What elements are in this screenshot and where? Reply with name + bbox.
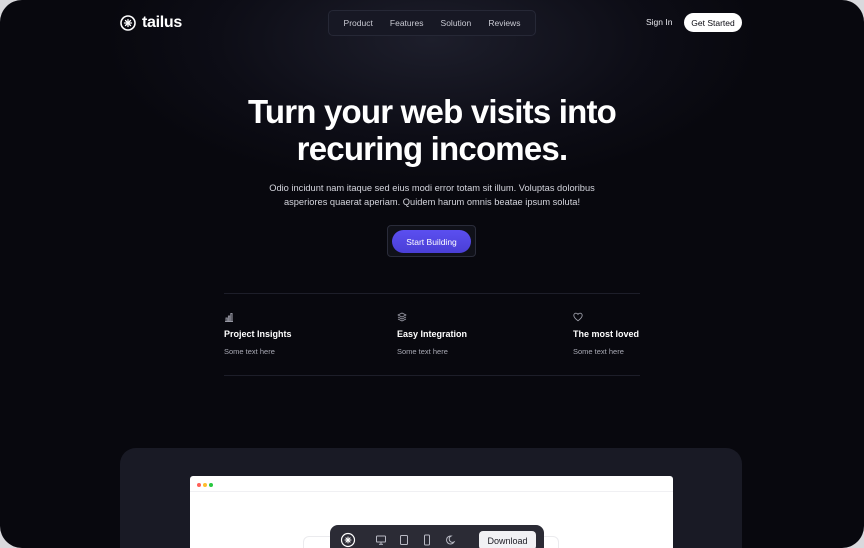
sign-in-link[interactable]: Sign In [646, 17, 672, 27]
hero-description-line: Odio incidunt nam itaque sed eius modi e… [269, 183, 595, 193]
hero-description: Odio incidunt nam itaque sed eius modi e… [0, 181, 864, 209]
window-minimize-dot [203, 483, 207, 487]
logo-icon [120, 15, 136, 31]
brand-name: tailus [142, 14, 182, 31]
get-started-button[interactable]: Get Started [684, 13, 742, 32]
tablet-icon[interactable] [398, 534, 410, 546]
nav-item-reviews[interactable]: Reviews [488, 18, 520, 28]
theme-toggle-icon[interactable] [444, 534, 456, 546]
heart-icon [573, 312, 583, 322]
window-maximize-dot [209, 483, 213, 487]
hero-description-line: asperiores quaerat aperiam. Quidem harum… [283, 197, 581, 207]
start-building-button[interactable]: Start Building [392, 230, 471, 253]
window-close-dot [197, 483, 201, 487]
feature-text: Some text here [224, 347, 275, 356]
nav-item-product[interactable]: Product [344, 18, 373, 28]
logo-icon[interactable] [340, 532, 356, 548]
feature-title: Easy Integration [397, 329, 468, 339]
feature-project-insights: Project Insights Some text here [224, 312, 292, 356]
browser-toolbar-divider [190, 491, 673, 492]
feature-text: Some text here [397, 347, 448, 356]
main-nav: Product Features Solution Reviews [328, 10, 536, 36]
nav-item-features[interactable]: Features [390, 18, 424, 28]
desktop-icon[interactable] [375, 534, 387, 546]
hero-title: Turn your web visits into recuring incom… [0, 93, 864, 167]
feature-title: The most loved [573, 329, 640, 339]
brand-logo[interactable]: tailus [120, 14, 182, 32]
feature-easy-integration: Easy Integration Some text here [397, 312, 467, 356]
feature-title: Project Insights [224, 329, 292, 339]
bar-chart-icon [225, 313, 233, 322]
hero-title-line: recuring incomes. [296, 130, 568, 167]
divider [224, 293, 640, 294]
hero-title-line: Turn your web visits into [247, 93, 617, 130]
divider [224, 375, 640, 376]
feature-text: Some text here [573, 347, 624, 356]
nav-item-solution[interactable]: Solution [441, 18, 472, 28]
feature-most-loved: The most loved Some text here [573, 312, 639, 356]
landing-page: tailus Product Features Solution Reviews… [0, 0, 864, 548]
layers-icon [397, 312, 407, 322]
download-button[interactable]: Download [479, 531, 536, 548]
mobile-icon[interactable] [421, 534, 433, 546]
